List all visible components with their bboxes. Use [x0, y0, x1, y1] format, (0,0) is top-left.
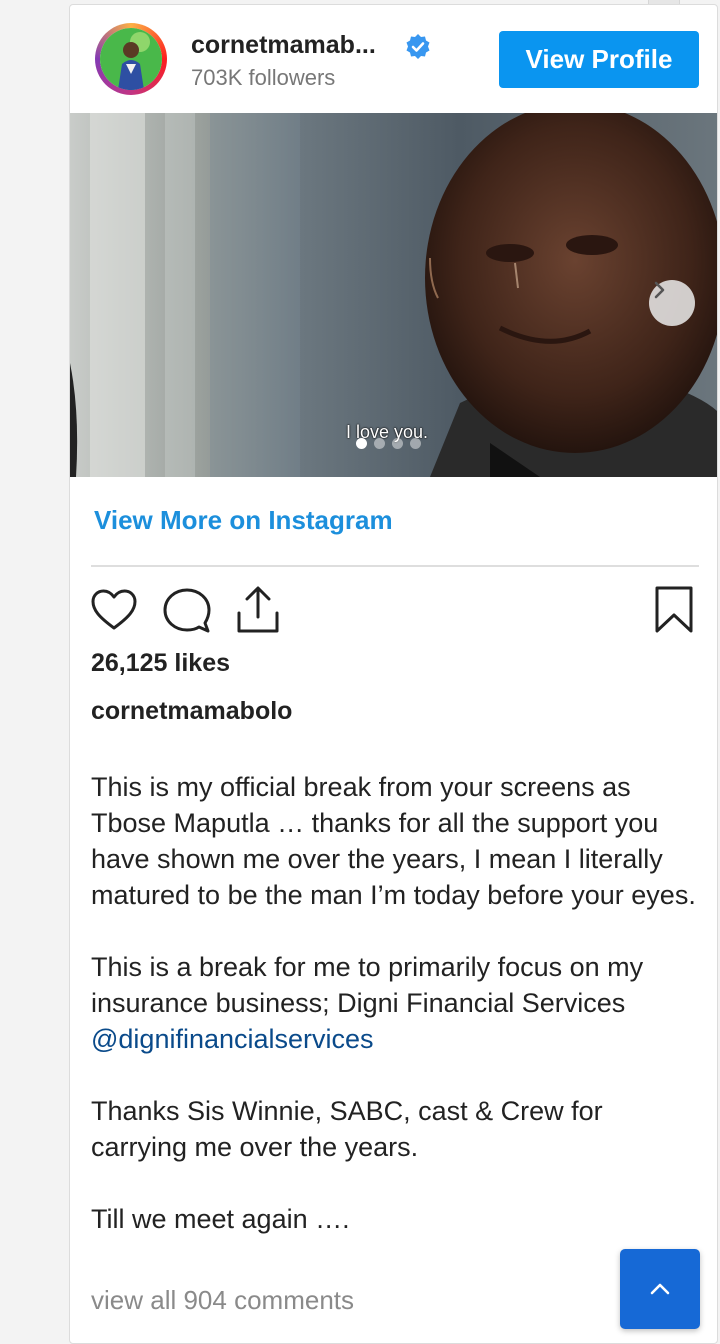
caption-paragraph: This is my official break from your scre…	[91, 772, 696, 910]
mention-link[interactable]: @dignifinancialservices	[91, 1024, 374, 1054]
carousel-next-button[interactable]	[649, 280, 695, 326]
chevron-right-icon	[654, 281, 665, 299]
carousel-dot[interactable]	[356, 438, 367, 449]
like-count[interactable]: 26,125 likes	[91, 649, 230, 678]
heart-icon[interactable]	[91, 589, 137, 631]
avatar[interactable]	[100, 28, 162, 90]
caption-paragraph: Thanks Sis Winnie, SABC, cast & Crew for…	[91, 1096, 603, 1162]
scroll-to-top-button[interactable]	[620, 1249, 700, 1329]
instagram-embed-card: cornetmamab... 703K followers View Profi…	[69, 4, 718, 1344]
caption-paragraph: This is a break for me to primarily focu…	[91, 949, 701, 1057]
profile-username[interactable]: cornetmamab...	[191, 31, 376, 60]
caption-username[interactable]: cornetmamabolo	[91, 697, 292, 726]
caption-text: This is a break for me to primarily focu…	[91, 952, 644, 1018]
chevron-up-icon	[650, 1283, 670, 1295]
carousel-dot[interactable]	[410, 438, 421, 449]
view-profile-button[interactable]: View Profile	[499, 31, 699, 88]
divider	[91, 565, 699, 567]
post-media-carousel[interactable]: I love you.	[70, 113, 717, 477]
follower-count: 703K followers	[191, 65, 336, 90]
carousel-dot[interactable]	[374, 438, 385, 449]
comment-icon[interactable]	[163, 587, 211, 635]
caption-paragraph: Till we meet again ….	[91, 1204, 350, 1234]
post-caption: This is my official break from your scre…	[91, 769, 701, 1273]
share-icon[interactable]	[235, 585, 281, 635]
view-more-on-instagram-link[interactable]: View More on Instagram	[94, 505, 393, 536]
verified-badge-icon	[406, 34, 430, 59]
view-all-comments-link[interactable]: view all 904 comments	[91, 1285, 354, 1316]
avatar-story-ring[interactable]	[95, 23, 167, 95]
carousel-dot[interactable]	[392, 438, 403, 449]
carousel-dots	[356, 438, 421, 449]
bookmark-icon[interactable]	[654, 585, 694, 635]
